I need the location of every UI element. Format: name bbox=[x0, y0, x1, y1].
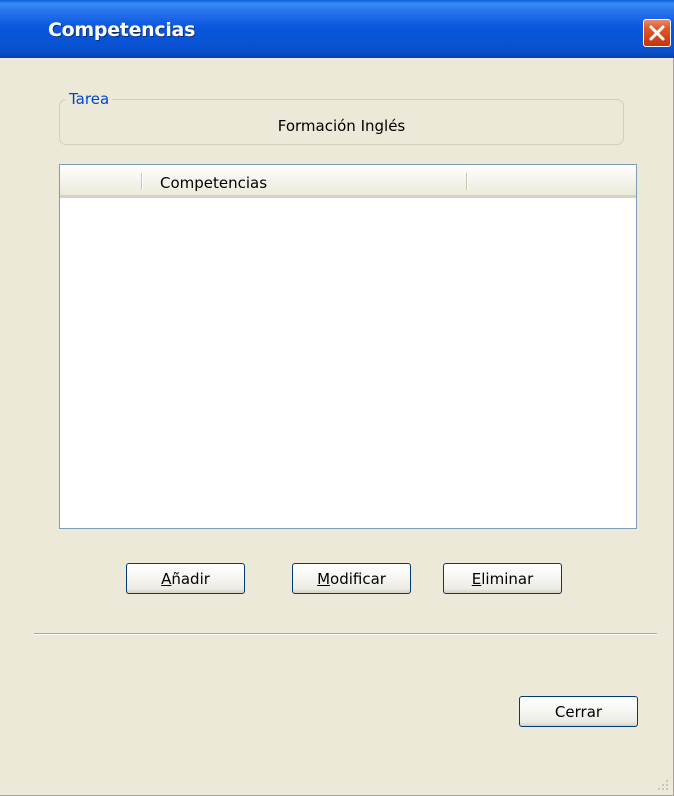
tarea-legend: Tarea bbox=[66, 90, 113, 108]
separator-line bbox=[34, 633, 657, 635]
title-bar[interactable]: Competencias bbox=[0, 0, 674, 58]
dialog-window: Competencias Tarea Formación Inglés Comp… bbox=[0, 0, 674, 796]
close-button[interactable]: Cerrar bbox=[519, 696, 638, 727]
close-window-button[interactable] bbox=[643, 19, 671, 47]
modify-button-mnemonic: M bbox=[317, 569, 331, 588]
close-icon bbox=[649, 25, 665, 41]
add-button[interactable]: Añadir bbox=[126, 563, 245, 594]
add-button-label: ñadir bbox=[171, 569, 210, 588]
column-separator[interactable] bbox=[466, 173, 468, 190]
column-separator[interactable] bbox=[141, 173, 143, 190]
modify-button-label: odificar bbox=[330, 569, 386, 588]
delete-button[interactable]: Eliminar bbox=[443, 563, 562, 594]
list-header: Competencias bbox=[60, 165, 636, 198]
modify-button[interactable]: Modificar bbox=[292, 563, 411, 594]
column-header-competencias[interactable]: Competencias bbox=[160, 174, 267, 192]
add-button-mnemonic: A bbox=[161, 569, 172, 588]
resize-grip-icon[interactable] bbox=[655, 777, 669, 791]
delete-button-mnemonic: E bbox=[471, 569, 482, 588]
tarea-value: Formación Inglés bbox=[277, 117, 406, 135]
delete-button-label: liminar bbox=[481, 569, 534, 588]
window-title: Competencias bbox=[48, 19, 196, 41]
competencias-list[interactable]: Competencias bbox=[59, 164, 637, 529]
